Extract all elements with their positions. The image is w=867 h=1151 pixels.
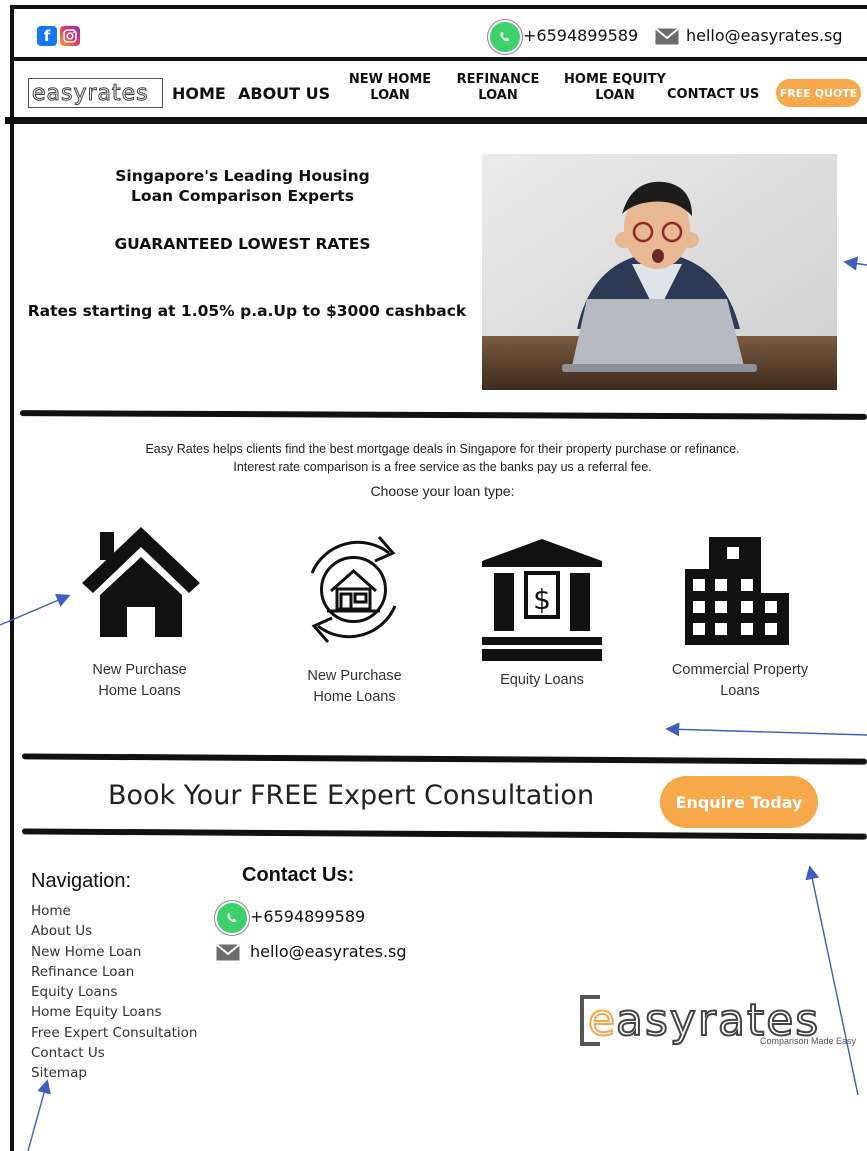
footer-link-refinance-loan[interactable]: Refinance Loan	[31, 962, 197, 982]
footer-email[interactable]: hello@easyrates.sg	[250, 942, 407, 961]
footer-whatsapp-icon[interactable]	[215, 901, 249, 935]
loans-divider	[21, 753, 867, 765]
choose-loan-type: Choose your loan type:	[370, 483, 515, 499]
footer-link-free-consultation[interactable]: Free Expert Consultation	[31, 1023, 197, 1043]
free-quote-button[interactable]: FREE QUOTE	[776, 79, 861, 107]
loan-type-commercial[interactable]: Commercial Property Loans	[655, 660, 825, 702]
facebook-icon[interactable]: f	[37, 26, 57, 46]
footer-link-home-equity-loans[interactable]: Home Equity Loans	[31, 1002, 197, 1022]
bank-icon[interactable]: $	[482, 539, 602, 661]
building-icon[interactable]	[685, 537, 789, 645]
whatsapp-icon[interactable]	[488, 20, 522, 54]
cta-text: Book Your FREE Expert Consultation	[108, 780, 595, 811]
footer-brand-tagline: Comparison Made Easy	[760, 1036, 857, 1046]
hero-divider	[19, 410, 867, 420]
svg-text:$: $	[533, 583, 551, 616]
footer-link-new-home-loan[interactable]: New Home Loan	[31, 942, 197, 962]
frame-top-border	[10, 5, 867, 9]
nav-home[interactable]: HOME	[172, 84, 226, 103]
footer-link-home[interactable]: Home	[31, 901, 197, 921]
nav-about-us[interactable]: ABOUT US	[238, 84, 330, 103]
enquire-today-button[interactable]: Enquire Today	[660, 776, 818, 828]
hero-headline: Singapore's Leading Housing Loan Comparis…	[115, 167, 370, 206]
house-icon[interactable]	[82, 527, 200, 637]
loan-type-equity[interactable]: Equity Loans	[462, 670, 622, 691]
loan-type-new-purchase[interactable]: New Purchase Home Loans	[57, 660, 222, 702]
hero-rates: Rates starting at 1.05% p.a.Up to $3000 …	[27, 302, 467, 320]
svg-text:e: e	[588, 995, 615, 1046]
nav-home-equity-loan[interactable]: HOME EQUITY LOAN	[555, 72, 675, 103]
intro-text: Easy Rates helps clients find the best m…	[145, 442, 740, 474]
nav-new-home-loan[interactable]: NEW HOME LOAN	[340, 72, 440, 103]
footer-brand-logo: e asyrates Comparison Made Easy	[578, 993, 867, 1048]
footer-link-sitemap[interactable]: Sitemap	[31, 1063, 197, 1083]
footer-email-icon	[215, 943, 241, 961]
topbar-phone[interactable]: +6594899589	[523, 26, 638, 45]
footer-nav-title: Navigation:	[31, 870, 132, 892]
svg-text:easyrates: easyrates	[32, 81, 149, 106]
footer-link-contact[interactable]: Contact Us	[31, 1043, 197, 1063]
loan-type-new-purchase-2[interactable]: New Purchase Home Loans	[272, 666, 437, 708]
cta-divider	[21, 828, 867, 840]
footer-link-about[interactable]: About Us	[31, 921, 197, 941]
header-divider	[5, 117, 867, 124]
hero-image	[482, 154, 837, 390]
footer-nav-list: Home About Us New Home Loan Refinance Lo…	[31, 901, 197, 1084]
frame-left-border	[10, 5, 14, 1151]
nav-contact-us[interactable]: CONTACT US	[667, 87, 759, 103]
refinance-house-icon[interactable]	[297, 533, 410, 646]
topbar-email[interactable]: hello@easyrates.sg	[686, 26, 843, 45]
instagram-icon[interactable]	[60, 26, 80, 46]
brand-logo[interactable]: easyrates e	[28, 78, 163, 108]
topbar-divider	[10, 57, 867, 61]
nav-refinance-loan[interactable]: REFINANCE LOAN	[448, 72, 548, 103]
email-icon	[654, 27, 680, 45]
footer-contact-title: Contact Us:	[242, 864, 355, 886]
hero-guarantee: GUARANTEED LOWEST RATES	[114, 235, 371, 253]
footer-phone[interactable]: +6594899589	[250, 907, 365, 926]
footer-link-equity-loans[interactable]: Equity Loans	[31, 982, 197, 1002]
